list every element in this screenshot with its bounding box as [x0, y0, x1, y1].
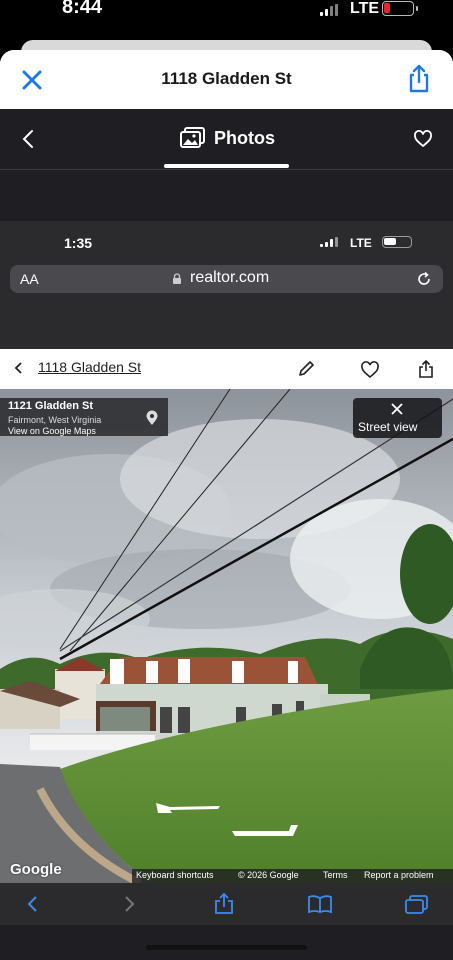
street-view-image: [0, 389, 453, 883]
chevron-left-icon: [14, 362, 22, 374]
signal-icon: [320, 237, 340, 247]
reload-icon: [418, 271, 430, 285]
text-size-button: AA: [20, 271, 39, 287]
favorite-button[interactable]: [413, 129, 433, 149]
street-view-label: Street view: [358, 420, 418, 434]
battery-icon: [382, 1, 418, 16]
map-pin-icon: [146, 410, 158, 425]
signal-icon: [320, 4, 342, 16]
listing-header: 1118 Gladden St: [0, 349, 453, 389]
back-icon: [27, 896, 37, 912]
tab-photos[interactable]: Photos: [180, 127, 275, 151]
bookmarks-icon: [308, 895, 332, 914]
photos-label: Photos: [214, 128, 275, 148]
photo-viewer-bottom: [0, 925, 453, 960]
heart-icon: [414, 130, 432, 147]
google-logo: Google: [10, 861, 62, 878]
photos-icon: [180, 127, 205, 148]
keyboard-shortcuts-link[interactable]: Keyboard shortcuts: [136, 870, 214, 880]
exit-street-view-button[interactable]: Street view: [353, 398, 442, 438]
report-problem-link[interactable]: Report a problem: [364, 870, 434, 880]
street-view-footer: Keyboard shortcuts © 2026 Google Terms R…: [132, 869, 453, 883]
pencil-icon: [299, 361, 314, 376]
sheet-header: 1118 Gladden St: [0, 50, 453, 109]
close-icon: [391, 403, 403, 415]
street-view-info-card[interactable]: 1121 Gladden St Fairmont, West Virginia …: [0, 398, 168, 436]
photo-status-time: 1:35: [64, 235, 93, 251]
share-button[interactable]: [405, 64, 433, 94]
tabs-icon: [405, 895, 428, 914]
battery-icon: [382, 236, 412, 248]
status-bar: 8:44 LTE: [0, 0, 453, 40]
status-time: 8:44: [62, 0, 103, 18]
street-view-city: Fairmont, West Virginia: [8, 415, 102, 425]
home-indicator[interactable]: [146, 945, 307, 950]
tab-indicator: [164, 164, 289, 168]
photo-network-label: LTE: [350, 236, 372, 250]
google-maps-link[interactable]: View on Google Maps: [8, 426, 96, 436]
url-domain: realtor.com: [190, 269, 270, 286]
network-label: LTE: [350, 0, 380, 17]
photos-bar: Photos: [0, 109, 453, 169]
street-view[interactable]: 1121 Gladden St Fairmont, West Virginia …: [0, 389, 453, 883]
street-view-address: 1121 Gladden St: [8, 400, 93, 412]
url-bar: AA realtor.com: [10, 265, 443, 293]
listing-photo[interactable]: 1:35 LTE AA realtor.com 1118 Gladden St …: [0, 221, 453, 937]
share-icon: [215, 893, 233, 914]
photo-viewer-top: [0, 169, 453, 221]
heart-icon: [361, 361, 379, 379]
browser-toolbar: [0, 883, 453, 925]
share-icon: [419, 359, 433, 378]
back-button[interactable]: [20, 129, 36, 149]
photo-status-bar: 1:35 LTE: [0, 221, 453, 261]
forward-icon: [125, 896, 135, 912]
terms-link[interactable]: Terms: [323, 870, 348, 880]
lock-icon: [173, 273, 181, 284]
share-icon: [409, 64, 429, 93]
photo-sheet: 1118 Gladden St Photos 1:35 LTE AA realt…: [0, 50, 453, 960]
listing-title: 1118 Gladden St: [38, 359, 142, 375]
chevron-left-icon: [22, 130, 33, 148]
copyright-text: © 2026 Google: [238, 870, 299, 880]
sheet-title: 1118 Gladden St: [161, 69, 292, 88]
